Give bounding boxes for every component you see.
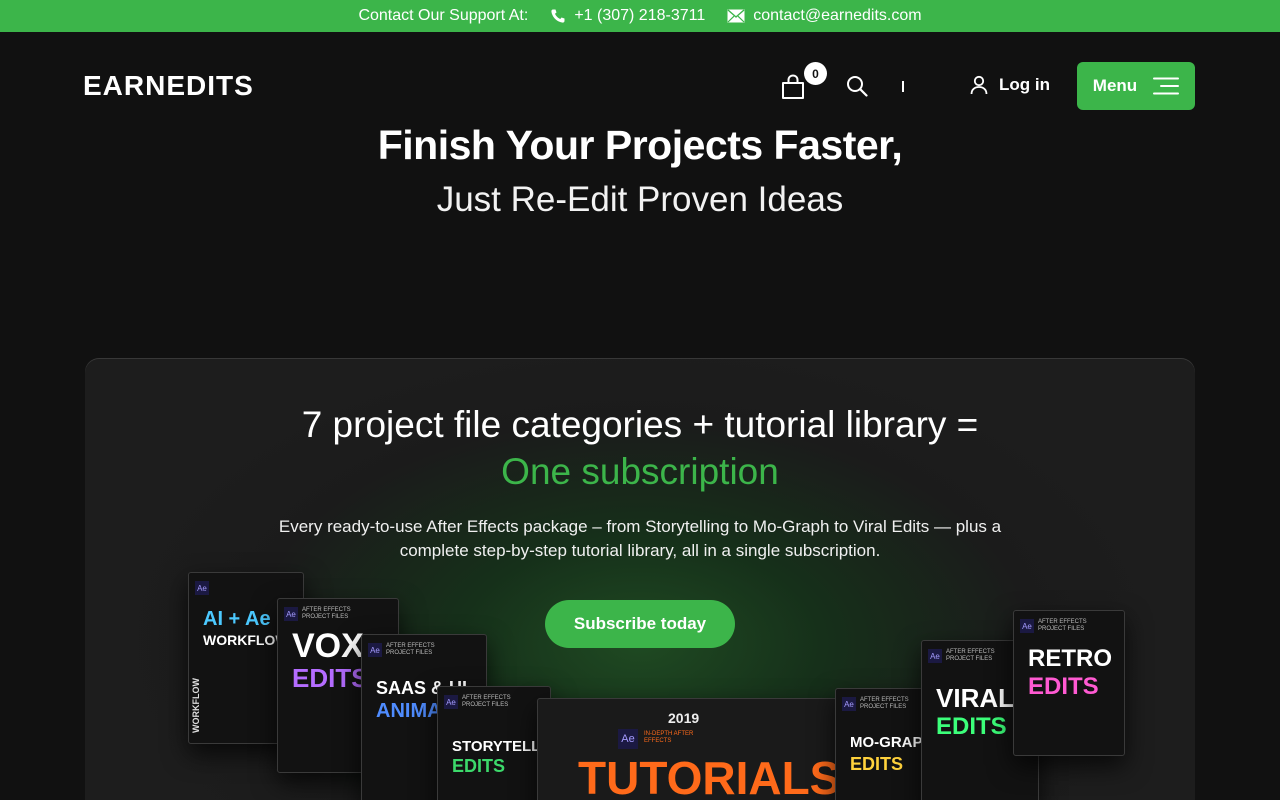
box-label: AFTER EFFECTS PROJECT FILES (302, 607, 351, 620)
cart-icon[interactable] (780, 74, 806, 100)
box-label: AFTER EFFECTS PROJECT FILES (946, 649, 995, 662)
email-address: contact@earnedits.com (753, 7, 922, 24)
box-title: VOX (292, 627, 364, 665)
hero-title: Finish Your Projects Faster, (377, 122, 903, 168)
login-link[interactable]: Log in (969, 75, 1050, 95)
box-label: AFTER EFFECTS PROJECT FILES (462, 695, 511, 708)
site-logo[interactable]: EARNEDITS (83, 70, 254, 102)
box-title: TUTORIALS (578, 752, 839, 800)
box-subtitle: EDITS (1028, 673, 1099, 700)
hamburger-icon (1153, 77, 1180, 95)
login-label: Log in (999, 75, 1050, 94)
ae-logo-icon: Ae (195, 581, 209, 595)
ae-logo-icon: Ae (368, 643, 382, 657)
box-subtitle: ANIMA (376, 700, 442, 722)
box-subtitle: EDITS (452, 756, 506, 776)
user-icon (970, 75, 988, 95)
phone-link[interactable]: +1 (307) 218-3711 (550, 7, 705, 25)
product-box-storytelling: Ae AFTER EFFECTS PROJECT FILES STORYTELL… (437, 686, 551, 800)
subscribe-button[interactable]: Subscribe today (545, 600, 735, 648)
menu-label: Menu (1092, 76, 1138, 95)
subscription-card: 7 project file categories + tutorial lib… (85, 358, 1195, 800)
search-icon[interactable] (846, 75, 868, 97)
ae-logo-icon: Ae (284, 607, 298, 621)
box-title: VIRAL (936, 683, 1014, 713)
box-subtitle: EDITS (292, 663, 369, 693)
box-subtitle: EDITS (850, 754, 904, 774)
product-box-retro: Ae AFTER EFFECTS PROJECT FILES RETRO EDI… (1013, 610, 1125, 756)
promo-heading-accent: One subscription (501, 451, 779, 492)
box-spine-text: WORKFLOW (191, 678, 201, 733)
promo-heading: 7 project file categories + tutorial lib… (301, 404, 979, 445)
tutorial-badge: IN-DEPTH AFTER EFFECTS (644, 731, 694, 744)
email-link[interactable]: contact@earnedits.com (727, 7, 922, 25)
ae-logo-icon: Ae (1020, 619, 1034, 633)
box-title: RETRO (1028, 645, 1112, 672)
ae-logo-icon: Ae (618, 729, 638, 749)
box-label: AFTER EFFECTS PROJECT FILES (386, 643, 435, 656)
ae-logo-icon: Ae (842, 697, 856, 711)
cart-count-badge: 0 (804, 62, 827, 85)
box-subtitle: EDITS (936, 713, 1007, 740)
header-divider (902, 81, 904, 92)
menu-button[interactable]: Menu (1077, 62, 1195, 110)
promo-description: Every ready-to-use After Effects package… (278, 517, 1002, 560)
product-box-mograph: Ae AFTER EFFECTS PROJECT FILES MO-GRAPH … (835, 688, 935, 800)
box-label: AFTER EFFECTS PROJECT FILES (1038, 619, 1087, 632)
mail-icon (727, 9, 745, 23)
box-subtitle: WORKFLOW (203, 632, 289, 648)
ae-logo-icon: Ae (444, 695, 458, 709)
phone-number: +1 (307) 218-3711 (574, 7, 706, 24)
contact-label: Contact Our Support At: (358, 7, 529, 24)
phone-icon (551, 9, 565, 23)
hero-subtitle: Just Re-Edit Proven Ideas (436, 180, 844, 219)
product-box-tutorials: Ae IN-DEPTH AFTER EFFECTS 2019 TUTORIALS (537, 698, 839, 800)
tutorial-year: 2019 (668, 710, 700, 726)
box-title: AI + Ae (203, 608, 271, 630)
box-label: AFTER EFFECTS PROJECT FILES (860, 697, 909, 710)
ae-logo-icon: Ae (928, 649, 942, 663)
contact-bar: Contact Our Support At: +1 (307) 218-371… (0, 0, 1280, 32)
